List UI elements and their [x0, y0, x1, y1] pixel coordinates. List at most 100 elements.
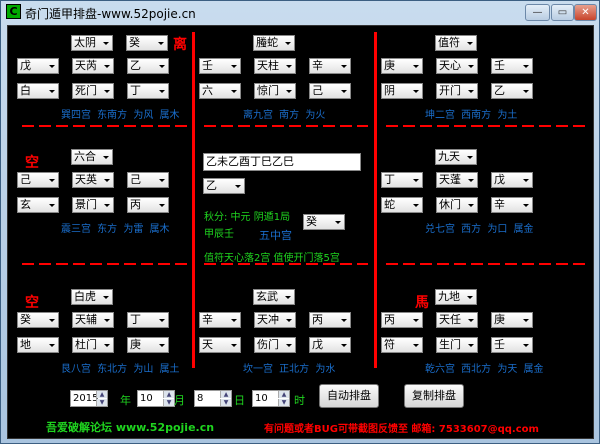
star-select[interactable]: 天英 — [72, 172, 114, 188]
copy-chart-button[interactable]: 复制排盘 — [404, 384, 464, 408]
spin-up-icon[interactable]: ▲ — [163, 391, 174, 398]
star-select[interactable]: 天冲 — [254, 312, 296, 328]
deity-select[interactable]: 太阴 — [71, 35, 113, 51]
spirit-select[interactable]: 六 — [199, 83, 241, 99]
earth-stem-select[interactable]: 乙 — [127, 58, 169, 74]
stem-select[interactable]: 戊 — [309, 337, 351, 353]
earth-stem-select[interactable]: 辛 — [309, 58, 351, 74]
spin-down-icon[interactable]: ▼ — [96, 399, 107, 406]
stem-select[interactable]: 壬 — [491, 337, 533, 353]
selected-value: 九天 — [438, 150, 460, 163]
stem-select[interactable]: 辛 — [491, 197, 533, 213]
earth-stem-select[interactable]: 庚 — [491, 312, 533, 328]
heaven-stem-select[interactable]: 丁 — [381, 172, 423, 188]
deity-select[interactable]: 九地 — [435, 289, 477, 305]
ganzhi-input[interactable]: 乙未乙酉丁巳乙巳 — [203, 153, 361, 171]
center-stem-select-2[interactable]: 癸 — [303, 214, 345, 230]
earth-stem-select[interactable]: 己 — [127, 172, 169, 188]
door-select[interactable]: 伤门 — [254, 337, 296, 353]
chevron-down-icon — [467, 42, 473, 45]
month-spinner[interactable]: 10 ▲ ▼ — [137, 390, 175, 407]
minimize-button[interactable]: — — [525, 4, 550, 21]
spin-up-icon[interactable]: ▲ — [220, 391, 231, 398]
star-select[interactable]: 天辅 — [72, 312, 114, 328]
close-button[interactable]: ✕ — [574, 4, 597, 21]
year-spinner[interactable]: 2015 ▲ ▼ — [70, 390, 108, 407]
heaven-stem-select[interactable]: 丙 — [381, 312, 423, 328]
heaven-stem-select[interactable]: 庚 — [381, 58, 423, 74]
spin-up-icon[interactable]: ▲ — [278, 391, 289, 398]
spirit-select[interactable]: 地 — [17, 337, 59, 353]
earth-stem-select[interactable]: 丁 — [127, 312, 169, 328]
selected-value: 癸 — [129, 36, 140, 49]
selected-value: 符 — [384, 338, 395, 351]
stem-select[interactable]: 己 — [309, 83, 351, 99]
stem-select[interactable]: 丁 — [127, 83, 169, 99]
star-select[interactable]: 天蓬 — [436, 172, 478, 188]
chevron-down-icon — [158, 42, 164, 45]
heaven-stem-select[interactable]: 辛 — [199, 312, 241, 328]
deity-select[interactable]: 玄武 — [253, 289, 295, 305]
hidden-stem-select[interactable]: 癸 — [126, 35, 168, 51]
day-value: 8 — [197, 393, 204, 404]
selected-value: 天芮 — [75, 59, 97, 72]
door-select[interactable]: 休门 — [436, 197, 478, 213]
deity-select[interactable]: 六合 — [71, 149, 113, 165]
door-select[interactable]: 惊门 — [254, 83, 296, 99]
selected-value: 癸 — [20, 313, 31, 326]
spirit-select[interactable]: 白 — [17, 83, 59, 99]
spin-down-icon[interactable]: ▼ — [163, 399, 174, 406]
stem-select[interactable]: 丙 — [127, 197, 169, 213]
chevron-down-icon — [467, 296, 473, 299]
deity-select[interactable]: 白虎 — [71, 289, 113, 305]
palace-info: 巽四宫 东南方 为风 属木 — [61, 110, 180, 121]
center-stem-select[interactable]: 乙 — [203, 178, 245, 194]
chevron-down-icon — [286, 344, 292, 347]
star-select[interactable]: 天柱 — [254, 58, 296, 74]
center-palace-label: 五中宫 — [259, 229, 292, 242]
door-select[interactable]: 开门 — [436, 83, 478, 99]
selected-value: 己 — [312, 84, 323, 97]
heaven-stem-select[interactable]: 壬 — [199, 58, 241, 74]
selected-value: 壬 — [202, 59, 213, 72]
chevron-down-icon — [104, 344, 110, 347]
heaven-stem-select[interactable]: 戊 — [17, 58, 59, 74]
deity-select[interactable]: 螣蛇 — [253, 35, 295, 51]
star-select[interactable]: 天芮 — [72, 58, 114, 74]
spirit-select[interactable]: 蛇 — [381, 197, 423, 213]
day-spinner[interactable]: 8 ▲ ▼ — [194, 390, 232, 407]
star-select[interactable]: 天心 — [436, 58, 478, 74]
selected-value: 杜门 — [75, 338, 97, 351]
maximize-button[interactable]: ▭ — [551, 4, 574, 21]
spin-down-icon[interactable]: ▼ — [220, 399, 231, 406]
spin-down-icon[interactable]: ▼ — [278, 399, 289, 406]
star-select[interactable]: 天任 — [436, 312, 478, 328]
forum-link[interactable]: 吾爱破解论坛 www.52pojie.cn — [46, 419, 214, 435]
chevron-down-icon — [468, 319, 474, 322]
hour-spinner[interactable]: 10 ▲ ▼ — [252, 390, 290, 407]
month-value: 10 — [140, 393, 153, 404]
deity-select[interactable]: 值符 — [435, 35, 477, 51]
heaven-stem-select[interactable]: 己 — [17, 172, 59, 188]
chevron-down-icon — [159, 65, 165, 68]
deity-select[interactable]: 九天 — [435, 149, 477, 165]
spin-up-icon[interactable]: ▲ — [96, 391, 107, 398]
door-select[interactable]: 生门 — [436, 337, 478, 353]
spirit-select[interactable]: 符 — [381, 337, 423, 353]
earth-stem-select[interactable]: 戊 — [491, 172, 533, 188]
stem-select[interactable]: 庚 — [127, 337, 169, 353]
door-select[interactable]: 死门 — [72, 83, 114, 99]
stem-select[interactable]: 乙 — [491, 83, 533, 99]
auto-chart-button[interactable]: 自动排盘 — [319, 384, 379, 408]
chevron-down-icon — [286, 90, 292, 93]
spirit-select[interactable]: 阴 — [381, 83, 423, 99]
spirit-select[interactable]: 玄 — [17, 197, 59, 213]
earth-stem-select[interactable]: 壬 — [491, 58, 533, 74]
door-select[interactable]: 景门 — [72, 197, 114, 213]
selected-value: 玄 — [20, 198, 31, 211]
earth-stem-select[interactable]: 丙 — [309, 312, 351, 328]
palace-mark: 空 — [25, 295, 39, 311]
spirit-select[interactable]: 天 — [199, 337, 241, 353]
heaven-stem-select[interactable]: 癸 — [17, 312, 59, 328]
door-select[interactable]: 杜门 — [72, 337, 114, 353]
